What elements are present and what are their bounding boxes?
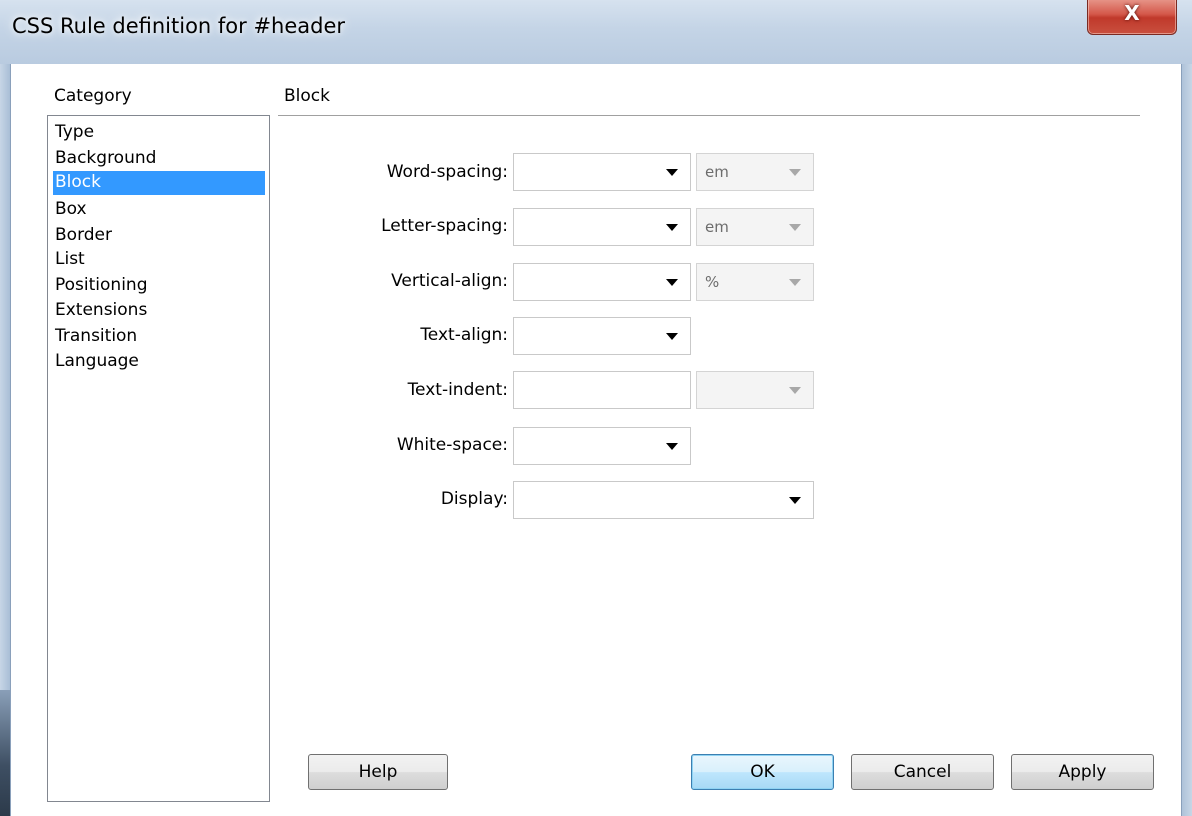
chevron-down-icon [789,224,801,231]
word-spacing-unit: em [705,163,729,181]
vertical-align-unit-select[interactable]: % [696,263,814,301]
category-label: Category [54,86,132,106]
letter-spacing-unit: em [705,218,729,236]
vertical-align-label: Vertical-align: [391,271,508,291]
word-spacing-label: Word-spacing: [386,162,508,182]
letter-spacing-unit-select[interactable]: em [696,208,814,246]
category-item-transition[interactable]: Transition [53,325,265,349]
chevron-down-icon [666,169,678,176]
apply-button[interactable]: Apply [1011,754,1154,790]
category-item-list[interactable]: List [53,248,265,272]
help-button[interactable]: Help [308,754,448,790]
white-space-select[interactable] [513,427,691,465]
chevron-down-icon [789,169,801,176]
letter-spacing-select[interactable] [513,208,691,246]
chevron-down-icon [789,497,801,504]
category-item-box[interactable]: Box [53,198,265,222]
category-list[interactable]: Type Background Block Box Border List Po… [47,115,270,802]
chevron-down-icon [666,333,678,340]
window-frame-shadow [0,690,10,816]
title-bar: CSS Rule definition for #header X [0,0,1192,64]
category-item-type[interactable]: Type [53,121,265,145]
vertical-align-select[interactable] [513,263,691,301]
text-indent-unit-select[interactable] [696,371,814,409]
chevron-down-icon [666,224,678,231]
window-title: CSS Rule definition for #header [12,14,346,38]
text-indent-label: Text-indent: [407,380,508,400]
text-align-select[interactable] [513,317,691,355]
display-label: Display: [440,489,508,509]
category-item-extensions[interactable]: Extensions [53,299,265,323]
chevron-down-icon [789,387,801,394]
text-align-label: Text-align: [420,325,508,345]
word-spacing-unit-select[interactable]: em [696,153,814,191]
letter-spacing-label: Letter-spacing: [381,216,508,236]
category-item-border[interactable]: Border [53,224,265,248]
panel-title: Block [284,86,330,106]
category-item-background[interactable]: Background [53,147,265,171]
chevron-down-icon [666,443,678,450]
close-icon: X [1124,1,1140,25]
category-item-positioning[interactable]: Positioning [53,274,265,298]
cancel-button[interactable]: Cancel [851,754,994,790]
category-item-language[interactable]: Language [53,350,265,374]
vertical-align-unit: % [705,273,720,291]
category-item-block[interactable]: Block [53,171,265,195]
chevron-down-icon [789,279,801,286]
panel-divider [278,115,1140,116]
white-space-label: White-space: [396,435,508,455]
close-button[interactable]: X [1087,0,1177,35]
ok-button[interactable]: OK [691,754,834,790]
word-spacing-select[interactable] [513,153,691,191]
chevron-down-icon [666,279,678,286]
display-select[interactable] [513,481,814,519]
text-indent-input[interactable] [513,371,691,409]
